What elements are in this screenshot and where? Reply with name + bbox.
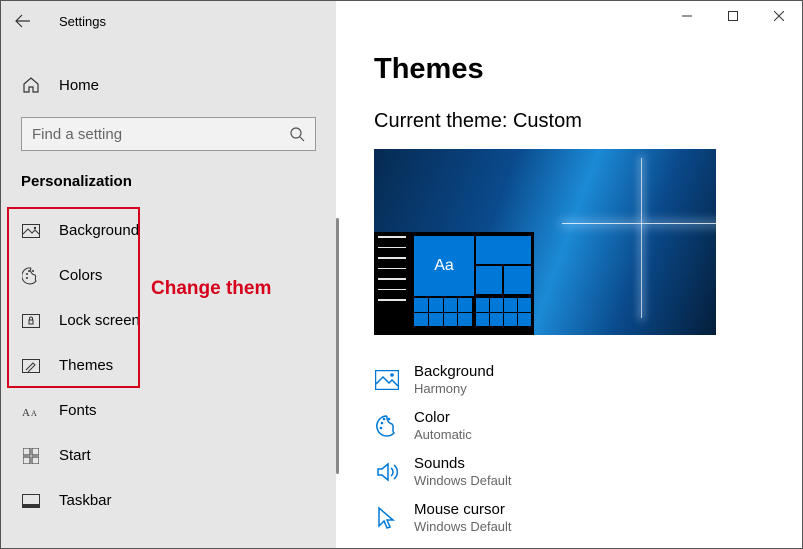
setting-text: Mouse cursor Windows Default [414, 501, 512, 535]
preview-start-menu: Aa [374, 232, 534, 335]
palette-icon [374, 413, 400, 439]
svg-text:A: A [31, 409, 37, 418]
search-input[interactable] [32, 126, 289, 143]
nav-label: Themes [59, 357, 113, 374]
search-icon [289, 126, 305, 142]
setting-mouse-cursor[interactable]: Mouse cursor Windows Default [374, 495, 802, 541]
picture-icon [21, 221, 41, 241]
nav-label: Start [59, 447, 91, 464]
start-icon [21, 446, 41, 466]
preview-tile [476, 236, 531, 264]
preview-tile [504, 266, 531, 294]
page-title: Themes [374, 53, 802, 86]
nav-label: Colors [59, 267, 102, 284]
preview-flare [562, 223, 716, 224]
setting-value: Windows Default [414, 519, 512, 535]
svg-text:A: A [22, 407, 30, 418]
nav-list: Background Colors Lock screen Themes [1, 208, 336, 523]
nav-item-lockscreen[interactable]: Lock screen [1, 298, 336, 343]
setting-label: Background [414, 363, 494, 381]
setting-color[interactable]: Color Automatic [374, 403, 802, 449]
window-title: Settings [59, 14, 106, 29]
setting-text: Background Harmony [414, 363, 494, 397]
nav-item-themes[interactable]: Themes [1, 343, 336, 388]
palette-icon [21, 266, 41, 286]
setting-text: Color Automatic [414, 409, 472, 443]
nav-label: Background [59, 222, 139, 239]
back-arrow-icon [15, 13, 31, 29]
sidebar: Settings Home Personalization Background [1, 1, 336, 548]
search-box[interactable] [21, 117, 316, 151]
preview-tiles [414, 298, 472, 326]
setting-text: Sounds Windows Default [414, 455, 512, 489]
cursor-icon [374, 505, 400, 531]
nav-item-fonts[interactable]: AA Fonts [1, 388, 336, 433]
titlebar: Settings [1, 1, 336, 41]
setting-value: Automatic [414, 427, 472, 443]
nav-label: Fonts [59, 402, 97, 419]
settings-window: Settings Home Personalization Background [0, 0, 803, 549]
nav-item-taskbar[interactable]: Taskbar [1, 478, 336, 523]
setting-label: Mouse cursor [414, 501, 512, 519]
setting-value: Harmony [414, 381, 494, 397]
setting-label: Sounds [414, 455, 512, 473]
taskbar-icon [21, 491, 41, 511]
current-theme-label: Current theme: Custom [374, 110, 802, 133]
maximize-button[interactable] [710, 1, 756, 31]
section-header: Personalization [1, 167, 336, 208]
window-controls [664, 1, 802, 31]
setting-sounds[interactable]: Sounds Windows Default [374, 449, 802, 495]
nav-label: Lock screen [59, 312, 140, 329]
setting-value: Windows Default [414, 473, 512, 489]
nav-item-start[interactable]: Start [1, 433, 336, 478]
theme-preview[interactable]: Aa [374, 149, 716, 335]
nav-item-colors[interactable]: Colors [1, 253, 336, 298]
picture-icon [374, 367, 400, 393]
nav-item-background[interactable]: Background [1, 208, 336, 253]
setting-label: Color [414, 409, 472, 427]
scroll-indicator[interactable] [336, 218, 339, 474]
home-icon [21, 75, 41, 95]
preview-tiles [476, 298, 531, 326]
preview-tile [476, 266, 502, 294]
lockscreen-icon [21, 311, 41, 331]
home-label: Home [59, 77, 99, 94]
themes-icon [21, 356, 41, 376]
home-nav[interactable]: Home [1, 65, 336, 105]
preview-flare [641, 158, 642, 318]
fonts-icon: AA [21, 401, 41, 421]
preview-menu-lines [378, 236, 406, 310]
back-button[interactable] [11, 9, 35, 33]
speaker-icon [374, 459, 400, 485]
main-content: Themes Current theme: Custom Aa [336, 1, 802, 548]
minimize-button[interactable] [664, 1, 710, 31]
preview-tile-aa: Aa [414, 236, 474, 296]
nav-label: Taskbar [59, 492, 112, 509]
setting-background[interactable]: Background Harmony [374, 357, 802, 403]
close-button[interactable] [756, 1, 802, 31]
